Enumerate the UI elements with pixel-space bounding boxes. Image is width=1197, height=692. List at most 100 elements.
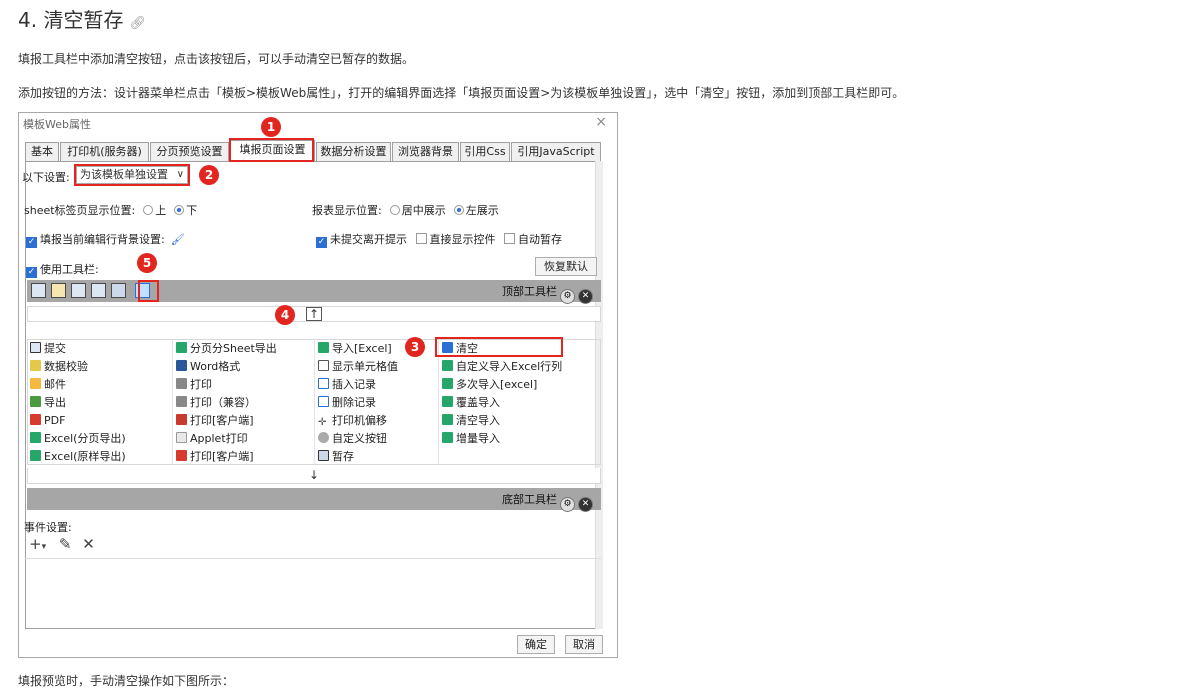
excel-icon xyxy=(442,414,453,425)
web-properties-dialog: 模板Web属性 × 基本 打印机(服务器) 分页预览设置 填报页面设置 数据分析… xyxy=(18,112,618,658)
tab-javascript[interactable]: 引用JavaScript xyxy=(511,142,601,162)
insert-row-icon xyxy=(318,378,329,389)
tab-browser-bg[interactable]: 浏览器背景 xyxy=(392,142,459,162)
move-down-row: ↓ xyxy=(27,468,601,484)
list-item[interactable]: Word格式 xyxy=(176,358,240,376)
paragraph-1: 填报工具栏中添加清空按钮，点击该按钮后，可以手动清空已暂存的数据。 xyxy=(18,52,415,66)
tab-bar: 基本 打印机(服务器) 分页预览设置 填报页面设置 数据分析设置 浏览器背景 引… xyxy=(25,140,615,162)
list-item[interactable]: 删除记录 xyxy=(318,394,376,412)
list-item[interactable]: 数据校验 xyxy=(30,358,88,376)
list-item[interactable]: 邮件 xyxy=(30,376,66,394)
insert-row-icon[interactable] xyxy=(71,283,86,298)
list-item[interactable]: 多次导入[excel] xyxy=(442,376,537,394)
list-item[interactable]: 清空导入 xyxy=(442,412,500,430)
list-item[interactable]: 导出 xyxy=(30,394,66,412)
list-item[interactable]: Excel(分页导出) xyxy=(30,430,126,448)
close-icon[interactable]: × xyxy=(595,114,607,130)
top-toolbar-label: 顶部工具栏 ⚙ ✕ xyxy=(502,283,593,304)
row-bg-checkbox[interactable]: ✓ xyxy=(26,237,37,248)
excel-icon xyxy=(30,432,41,443)
cell-value-icon xyxy=(318,360,329,371)
list-item[interactable]: 增量导入 xyxy=(442,430,500,448)
restore-default-button[interactable]: 恢复默认 xyxy=(535,257,597,276)
arrow-up-icon[interactable]: ↑ xyxy=(306,307,322,321)
top-toolbar: 顶部工具栏 ⚙ ✕ xyxy=(27,280,601,304)
radio-bottom[interactable] xyxy=(174,205,185,215)
gear-icon xyxy=(318,432,329,443)
highlight-tab xyxy=(229,138,314,162)
validate-icon[interactable] xyxy=(51,283,66,298)
show-controls-checkbox[interactable] xyxy=(415,233,427,244)
list-item[interactable]: 打印（兼容） xyxy=(176,394,256,412)
validate-icon xyxy=(30,360,41,371)
bottom-toolbar-label: 底部工具栏 ⚙ ✕ xyxy=(502,491,593,512)
radio-left[interactable] xyxy=(453,205,464,215)
auto-save-checkbox[interactable] xyxy=(504,233,515,244)
delete-row-icon xyxy=(318,396,329,407)
tab-printer[interactable]: 打印机(服务器) xyxy=(60,142,149,162)
list-item[interactable]: 打印[客户端] xyxy=(176,412,254,430)
paint-bucket-icon[interactable]: 🖌︎ xyxy=(171,233,185,246)
list-item[interactable]: 暂存 xyxy=(318,448,354,466)
button-grid: 提交 数据校验 邮件 导出 PDF Excel(分页导出) Excel(原样导出… xyxy=(27,339,601,465)
pdf-print-icon xyxy=(176,450,187,461)
list-item[interactable]: 自定义按钮 xyxy=(318,430,387,448)
list-item[interactable]: Applet打印 xyxy=(176,430,248,448)
sheet-position-row: sheet标签页显示位置: 上下 xyxy=(24,204,198,217)
list-item[interactable]: ✛ 打印机偏移 xyxy=(318,412,387,430)
link-icon[interactable]: 🔗︎ xyxy=(129,16,146,31)
radio-center[interactable] xyxy=(389,205,400,215)
excel-icon xyxy=(442,396,453,407)
radio-top[interactable] xyxy=(143,205,154,215)
ok-button[interactable]: 确定 xyxy=(517,635,555,654)
tab-css[interactable]: 引用Css xyxy=(460,142,510,162)
paragraph-2: 添加按钮的方法：设计器菜单栏点击「模板>模板Web属性」，打开的编辑界面选择「填… xyxy=(18,86,905,100)
use-toolbar-setting: ✓ 使用工具栏: xyxy=(26,263,99,278)
list-item[interactable]: 提交 xyxy=(30,340,66,358)
highlight-select xyxy=(74,164,190,186)
delete-row-icon[interactable] xyxy=(91,283,106,298)
print-icon xyxy=(176,378,187,389)
list-item[interactable]: 显示单元格值 xyxy=(318,358,398,376)
arrow-down-icon[interactable]: ↓ xyxy=(309,468,319,482)
list-item[interactable]: Excel(原样导出) xyxy=(30,448,126,466)
word-icon xyxy=(176,360,187,371)
delete-icon[interactable]: ✕ xyxy=(82,535,95,553)
event-actions: +▾ ✎ ✕ xyxy=(29,535,95,553)
applet-print-icon xyxy=(176,432,187,443)
client-print-icon xyxy=(176,414,187,425)
list-item[interactable]: 覆盖导入 xyxy=(442,394,500,412)
gear-icon[interactable]: ⚙ xyxy=(560,289,575,304)
list-item[interactable]: 自定义导入Excel行列 xyxy=(442,358,562,376)
excel-icon xyxy=(176,342,187,353)
print-icon xyxy=(176,396,187,407)
row-bg-setting: ✓ 填报当前编辑行背景设置: 🖌︎ xyxy=(26,233,185,248)
list-item[interactable]: 分页分Sheet导出 xyxy=(176,340,277,358)
unsubmitted-tip-checkbox[interactable]: ✓ xyxy=(316,237,327,248)
list-item[interactable]: 插入记录 xyxy=(318,376,376,394)
tab-data-analysis[interactable]: 数据分析设置 xyxy=(316,142,391,162)
save-icon[interactable] xyxy=(31,283,46,298)
export-icon xyxy=(30,396,41,407)
close-circle-icon[interactable]: ✕ xyxy=(578,497,593,512)
stash-icon[interactable] xyxy=(111,283,126,298)
close-circle-icon[interactable]: ✕ xyxy=(578,289,593,304)
list-item[interactable]: 导入[Excel] xyxy=(318,340,392,358)
list-item[interactable]: 打印 xyxy=(176,376,212,394)
gear-icon[interactable]: ⚙ xyxy=(560,497,575,512)
edit-icon[interactable]: ✎ xyxy=(59,535,72,553)
section-heading: 4. 清空暂存 🔗︎ xyxy=(18,8,146,32)
options-row: ✓ 未提交离开提示 直接显示控件 自动暂存 xyxy=(316,233,562,248)
list-item[interactable]: 打印[客户端] xyxy=(176,448,254,466)
add-icon[interactable]: + xyxy=(29,535,42,553)
list-item[interactable]: PDF xyxy=(30,412,65,430)
cancel-button[interactable]: 取消 xyxy=(565,635,603,654)
excel-icon xyxy=(30,450,41,461)
tab-basic[interactable]: 基本 xyxy=(25,142,59,162)
marker-4: 4 xyxy=(275,305,295,325)
event-settings-label: 事件设置: xyxy=(24,521,72,534)
tab-page-preview[interactable]: 分页预览设置 xyxy=(150,142,229,162)
use-toolbar-checkbox[interactable]: ✓ xyxy=(26,267,37,278)
pdf-icon xyxy=(30,414,41,425)
excel-icon xyxy=(442,432,453,443)
